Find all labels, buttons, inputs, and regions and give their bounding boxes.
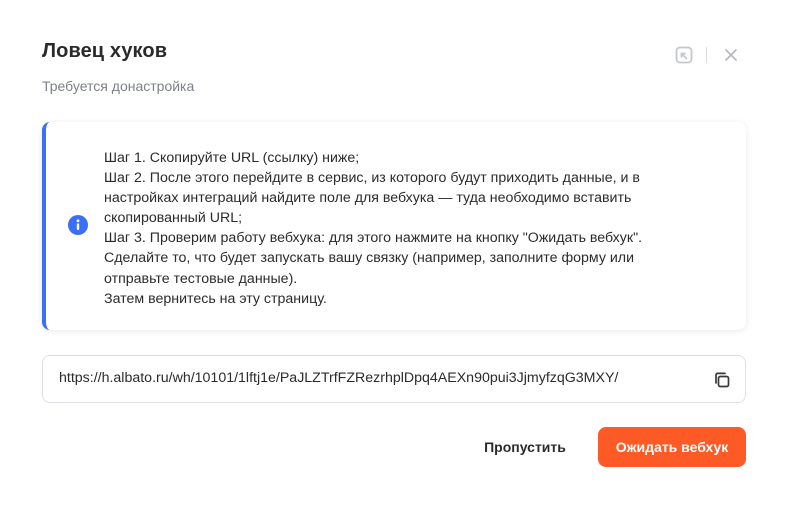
dialog-subtitle: Требуется донастройка xyxy=(42,78,195,94)
skip-button[interactable]: Пропустить xyxy=(468,427,582,467)
close-icon xyxy=(725,49,737,61)
instruction-line: скопированный URL; xyxy=(104,210,243,227)
instruction-line: Шаг 1. Скопируйте URL (ссылку) ниже; xyxy=(104,150,360,166)
webhook-url-field[interactable]: https://h.albato.ru/wh/10101/1lftj1e/PaJ… xyxy=(42,355,746,403)
instruction-line: настройках интеграций найдите поле для в… xyxy=(104,190,632,207)
info-icon xyxy=(68,215,88,235)
header-divider xyxy=(706,47,707,63)
instruction-line: Затем вернитесь на эту страницу. xyxy=(104,290,327,307)
webhook-url-value[interactable]: https://h.albato.ru/wh/10101/1lftj1e/PaJ… xyxy=(59,370,618,386)
webhook-dialog: Ловец хуков Требуется донастройка Шаг 1.… xyxy=(0,0,785,511)
instruction-line: Шаг 2. После этого перейдите в сервис, и… xyxy=(104,170,640,187)
close-button[interactable] xyxy=(719,44,743,66)
collapse-button[interactable] xyxy=(672,44,696,66)
instruction-line: Шаг 3. Проверим работу вебхука: для этог… xyxy=(104,230,643,247)
collapse-icon xyxy=(675,46,693,64)
copy-url-button[interactable] xyxy=(711,369,733,391)
header-actions xyxy=(672,44,743,66)
instructions-text: Шаг 1. Скопируйте URL (ссылку) ниже; Шаг… xyxy=(104,148,734,309)
instruction-line: Сделайте то, что будет запускать вашу св… xyxy=(104,250,634,267)
wait-webhook-button[interactable]: Ожидать вебхук xyxy=(598,427,746,467)
instruction-line: отправьте тестовые данные). xyxy=(104,270,298,287)
copy-icon xyxy=(715,372,730,388)
info-card: Шаг 1. Скопируйте URL (ссылку) ниже; Шаг… xyxy=(42,122,746,330)
dialog-title: Ловец хуков xyxy=(42,40,168,62)
